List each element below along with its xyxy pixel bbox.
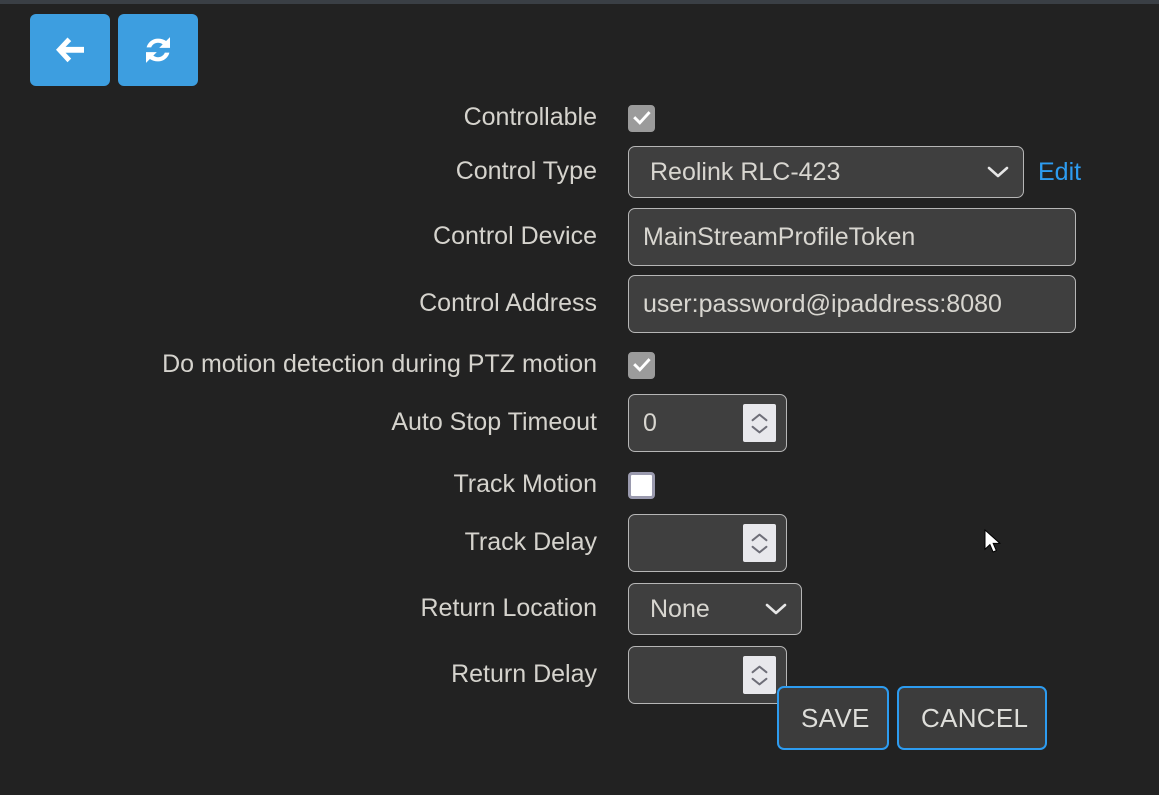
edit-control-type-link[interactable]: Edit [1038,158,1081,187]
row-ptz-motion-detection: Do motion detection during PTZ motion [0,341,1159,389]
refresh-icon [141,34,175,66]
label-auto-stop-timeout: Auto Stop Timeout [391,408,597,437]
row-control-address: Control Address [0,271,1159,337]
label-return-location: Return Location [420,594,597,623]
row-track-motion: Track Motion [0,461,1159,509]
form-actions: SAVE CANCEL [0,686,1159,750]
field-track-motion [597,471,1159,499]
cancel-button[interactable]: CANCEL [897,686,1047,750]
back-button[interactable] [30,14,110,86]
field-control-type: Reolink RLC-423 Edit [597,146,1159,198]
chevron-down-icon[interactable] [751,545,768,554]
window-top-strip [0,0,1159,4]
control-type-selected-value: Reolink RLC-423 [650,157,841,186]
check-icon [632,111,651,125]
label-control-device: Control Device [433,222,597,251]
row-controllable: Controllable [0,96,1159,140]
chevron-down-icon [987,165,1023,179]
label-return-delay: Return Delay [451,660,597,689]
check-icon [632,358,651,372]
label-track-motion: Track Motion [453,470,597,499]
return-location-selected-value: None [650,594,710,623]
field-control-address [597,275,1159,333]
refresh-button[interactable] [118,14,198,86]
row-track-delay: Track Delay [0,510,1159,576]
label-control-address: Control Address [419,289,597,318]
label-controllable: Controllable [463,103,597,132]
field-controllable [597,104,1159,132]
chevron-up-icon[interactable] [751,533,768,542]
chevron-down-icon[interactable] [751,425,768,434]
ptz-control-settings-page: Controllable Control Type Reolink RLC-42… [0,0,1159,795]
ptz-motion-detection-checkbox[interactable] [628,351,655,379]
chevron-up-icon[interactable] [751,665,768,674]
auto-stop-timeout-spinner[interactable] [743,404,776,442]
chevron-up-icon[interactable] [751,413,768,422]
track-delay-stepper[interactable] [628,514,787,572]
row-control-device: Control Device [0,204,1159,270]
row-control-type: Control Type Reolink RLC-423 Edit [0,142,1159,202]
toolbar [30,14,198,86]
label-track-delay: Track Delay [464,528,597,557]
label-ptz-motion-detection: Do motion detection during PTZ motion [162,350,597,379]
row-auto-stop-timeout: Auto Stop Timeout [0,390,1159,456]
chevron-down-icon [765,602,801,616]
settings-form: Controllable Control Type Reolink RLC-42… [0,96,1159,708]
field-track-delay [597,514,1159,572]
control-address-input[interactable] [628,275,1076,333]
field-auto-stop-timeout [597,394,1159,452]
label-control-type: Control Type [455,157,597,186]
field-return-location: None [597,583,1159,635]
field-control-device [597,208,1159,266]
controllable-checkbox[interactable] [628,104,655,132]
track-motion-checkbox[interactable] [628,471,655,499]
save-button[interactable]: SAVE [777,686,889,750]
row-return-location: Return Location None [0,578,1159,640]
track-delay-spinner[interactable] [743,524,776,562]
return-location-select[interactable]: None [628,583,802,635]
control-type-select[interactable]: Reolink RLC-423 [628,146,1024,198]
arrow-left-icon [53,35,87,65]
control-device-input[interactable] [628,208,1076,266]
auto-stop-timeout-stepper[interactable] [628,394,787,452]
chevron-down-icon[interactable] [751,677,768,686]
field-ptz-motion-detection [597,351,1159,379]
